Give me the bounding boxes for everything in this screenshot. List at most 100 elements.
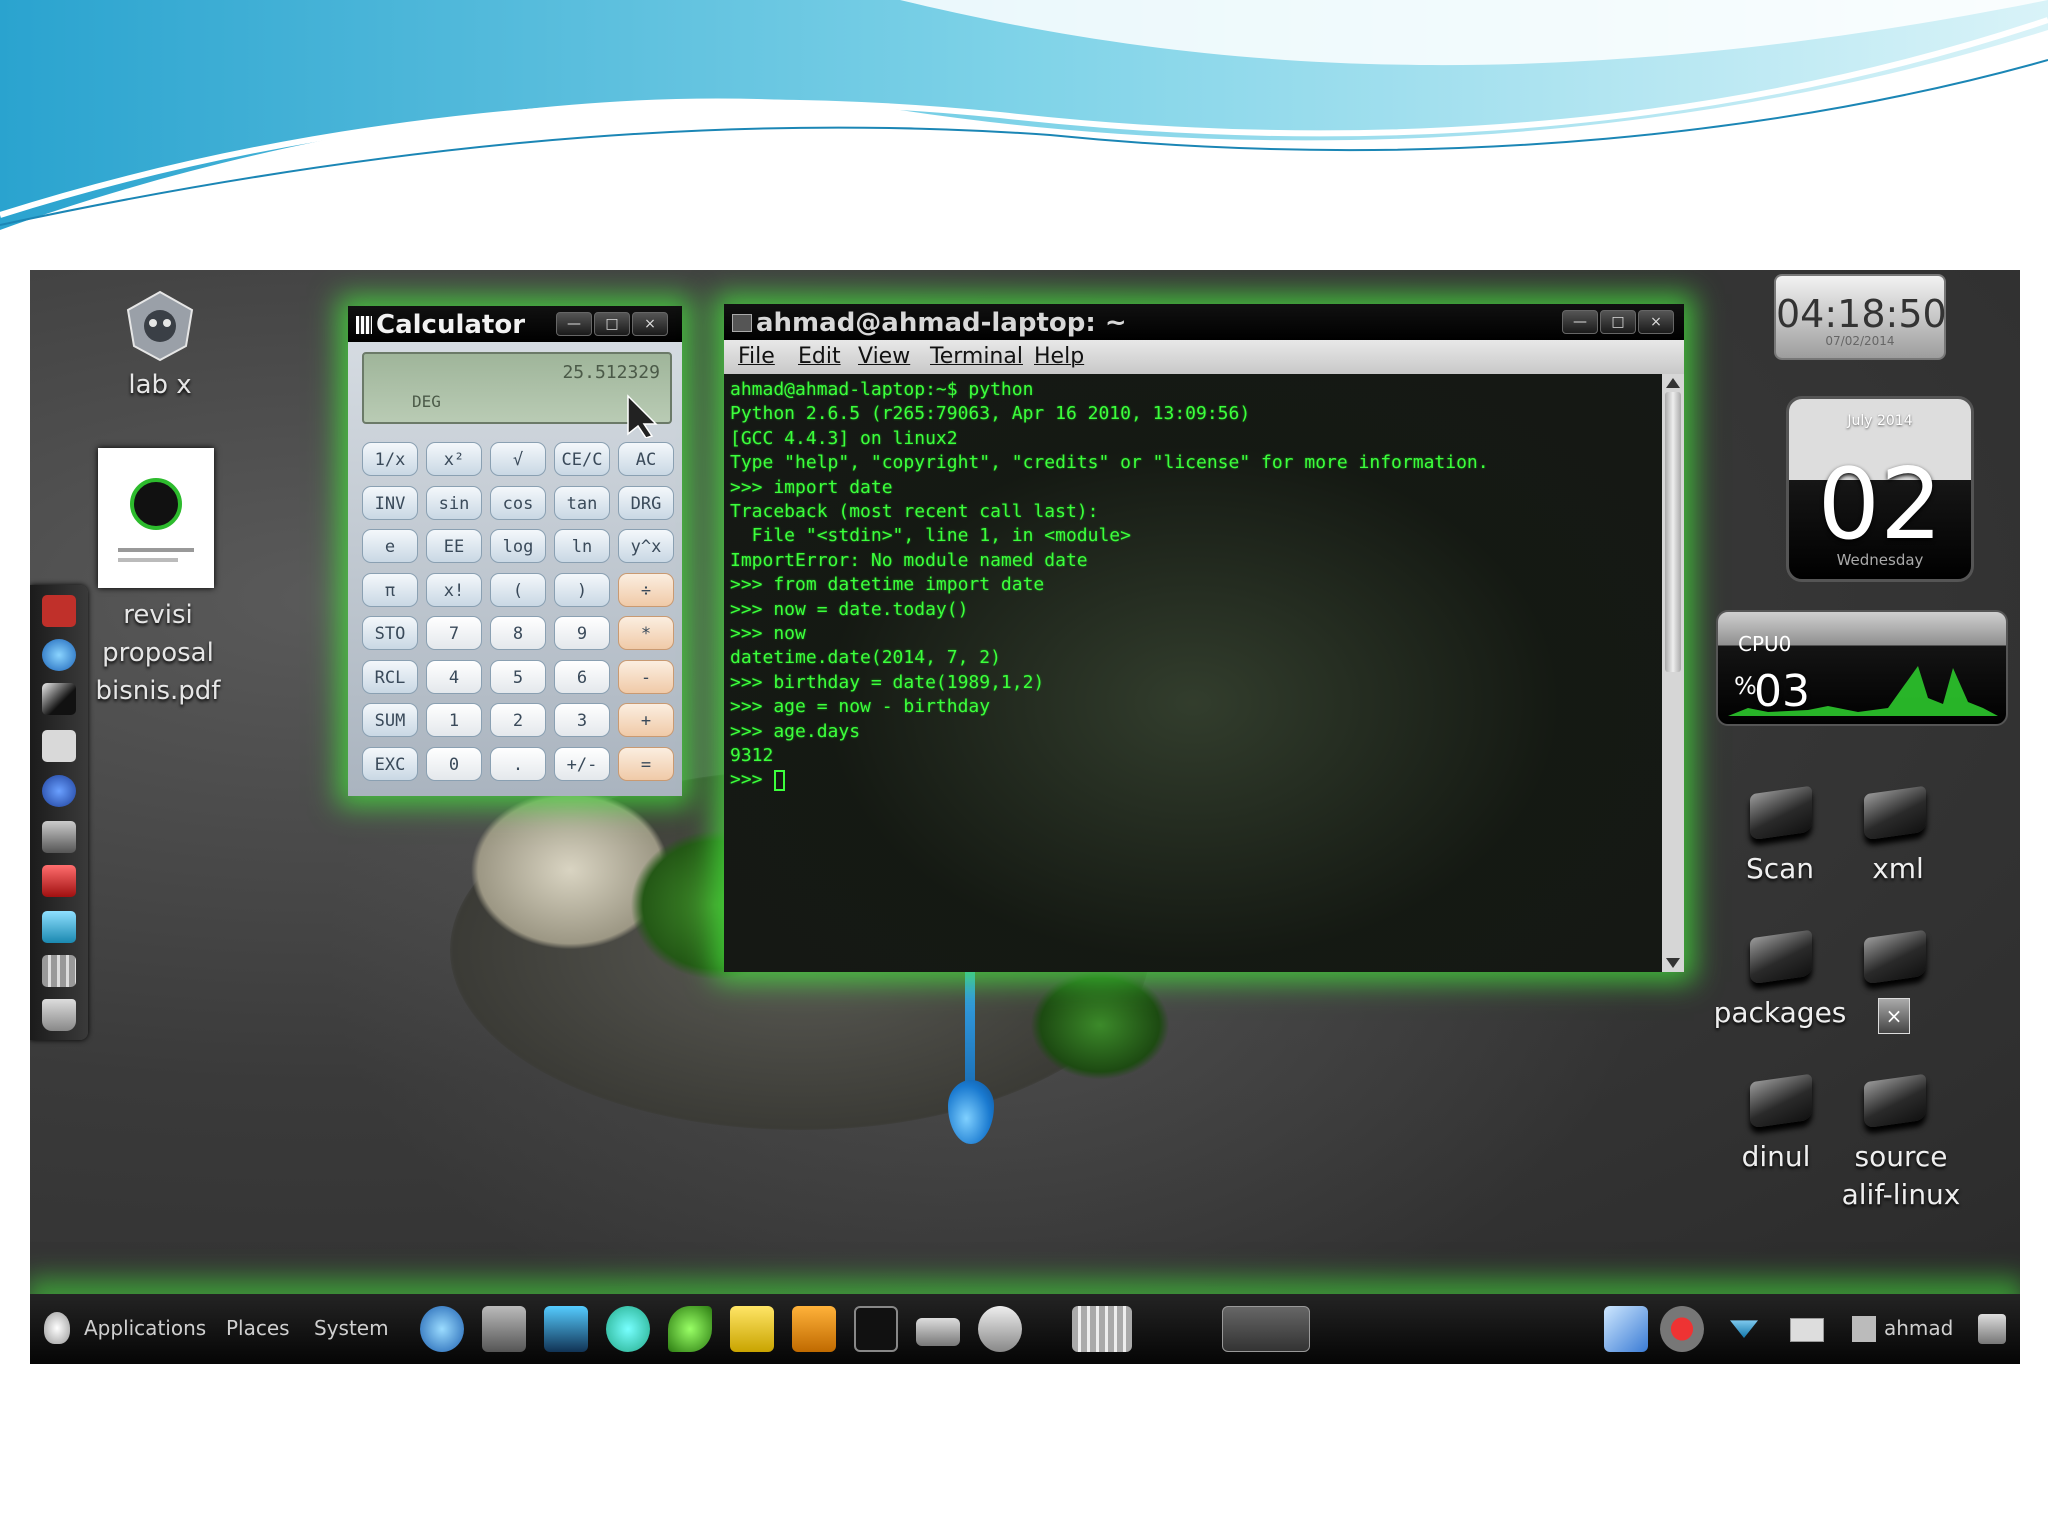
folder-label[interactable]: dinul: [1726, 1138, 1826, 1176]
calculator-key[interactable]: -: [618, 659, 674, 694]
maximize-button[interactable]: □: [594, 312, 630, 336]
calculator-key[interactable]: y^x: [618, 529, 674, 563]
calculator-key[interactable]: 0: [426, 746, 482, 781]
calculator-key[interactable]: 3: [554, 703, 610, 737]
calculator-key[interactable]: EXC: [362, 746, 418, 781]
menu-edit[interactable]: Edit: [798, 344, 841, 369]
calculator-key[interactable]: *: [618, 616, 674, 650]
people-app-icon[interactable]: [42, 775, 76, 807]
internet-app-icon[interactable]: [42, 639, 76, 671]
folder-label[interactable]: xml: [1838, 850, 1958, 888]
terminal-output[interactable]: ahmad@ahmad-laptop:~$ python Python 2.6.5…: [724, 374, 1662, 972]
menu-places[interactable]: Places: [226, 1316, 290, 1340]
calculator-key[interactable]: RCL: [362, 659, 418, 694]
maximize-button[interactable]: □: [1600, 310, 1636, 334]
notes-app-icon[interactable]: [42, 911, 76, 943]
menu-view[interactable]: View: [858, 344, 910, 369]
calculator-key[interactable]: 6: [554, 659, 610, 694]
pdf-file-icon[interactable]: [98, 448, 214, 588]
media-app-icon[interactable]: [42, 865, 76, 897]
notes-launcher-icon[interactable]: [482, 1306, 526, 1352]
calculator-key[interactable]: 5: [490, 659, 546, 694]
scroll-up-arrow-icon[interactable]: [1666, 378, 1680, 388]
calculator-key[interactable]: +: [618, 703, 674, 737]
desktop-icon-label[interactable]: revisi proposal bisnis.pdf: [78, 596, 238, 710]
calculator-key[interactable]: sin: [426, 485, 482, 520]
anchor-app-icon[interactable]: [42, 595, 76, 627]
close-icon[interactable]: ×: [1878, 998, 1910, 1034]
document-app-icon[interactable]: [42, 730, 76, 762]
calculator-key[interactable]: =: [618, 746, 674, 781]
calculator-key[interactable]: x!: [426, 572, 482, 607]
document-launcher-icon[interactable]: [730, 1306, 774, 1352]
user-icon[interactable]: [1852, 1316, 1876, 1342]
calculator-key[interactable]: 2: [490, 703, 546, 737]
calculator-key[interactable]: π: [362, 572, 418, 607]
calculator-key[interactable]: EE: [426, 529, 482, 563]
calculator-key[interactable]: ÷: [618, 572, 674, 607]
calculator-key[interactable]: 1/x: [362, 442, 418, 476]
calculator-launcher-icon[interactable]: [1072, 1306, 1132, 1352]
terminal-titlebar[interactable]: ahmad@ahmad-laptop: ~ — □ ×: [724, 304, 1684, 340]
calculator-key[interactable]: x²: [426, 442, 482, 476]
mail-icon[interactable]: [1790, 1318, 1824, 1342]
folder-icon[interactable]: [1864, 785, 1926, 841]
calculator-key[interactable]: 8: [490, 616, 546, 650]
calculator-key[interactable]: √: [490, 442, 546, 476]
no-entry-tray-icon[interactable]: [1660, 1306, 1704, 1352]
close-button[interactable]: ×: [632, 312, 668, 336]
calculator-key[interactable]: log: [490, 529, 546, 563]
calculator-key[interactable]: INV: [362, 485, 418, 520]
calculator-key[interactable]: AC: [618, 442, 674, 476]
menu-file[interactable]: File: [738, 344, 775, 369]
scrollbar-thumb[interactable]: [1665, 392, 1681, 672]
folder-label[interactable]: Scan: [1720, 850, 1840, 888]
username[interactable]: ahmad: [1884, 1316, 1953, 1340]
folder-icon[interactable]: [1750, 1073, 1812, 1129]
browser-launcher-icon[interactable]: [420, 1306, 464, 1352]
calculator-key[interactable]: 9: [554, 616, 610, 650]
graphics-launcher-icon[interactable]: [544, 1306, 588, 1352]
terminal-window[interactable]: ahmad@ahmad-laptop: ~ — □ × File Edit Vi…: [724, 304, 1684, 972]
calculator-window[interactable]: Calculator — □ × 25.512329 DEG 1/x x² √ CE/…: [348, 306, 682, 796]
contacts-launcher-icon[interactable]: [606, 1306, 650, 1352]
calculator-key[interactable]: 1: [426, 703, 482, 737]
menu-system[interactable]: System: [314, 1316, 389, 1340]
folder-app-icon[interactable]: [42, 821, 76, 853]
calculator-key[interactable]: CE/C: [554, 442, 610, 476]
folder-label[interactable]: packages: [1690, 994, 1870, 1032]
calculator-key[interactable]: 4: [426, 659, 482, 694]
folder-icon[interactable]: [1750, 929, 1812, 985]
calculator-key[interactable]: .: [490, 746, 546, 781]
minimize-button[interactable]: —: [556, 312, 592, 336]
calculator-key[interactable]: ln: [554, 529, 610, 563]
calculator-key[interactable]: STO: [362, 616, 418, 650]
folder-icon[interactable]: [1864, 929, 1926, 985]
minimize-button[interactable]: —: [1562, 310, 1598, 334]
calculator-key[interactable]: cos: [490, 485, 546, 520]
network-icon[interactable]: [1730, 1320, 1758, 1338]
close-button[interactable]: ×: [1638, 310, 1674, 334]
menu-help[interactable]: Help: [1034, 344, 1084, 369]
calculator-key[interactable]: (: [490, 572, 546, 607]
terminal-launcher-icon[interactable]: [854, 1306, 898, 1352]
leaf-launcher-icon[interactable]: [668, 1306, 712, 1352]
scroll-down-arrow-icon[interactable]: [1666, 958, 1680, 968]
show-desktop-icon[interactable]: [1222, 1306, 1310, 1352]
calculator-key[interactable]: ): [554, 572, 610, 607]
editor-launcher-icon[interactable]: [792, 1306, 836, 1352]
terminal-app-icon[interactable]: [42, 683, 76, 715]
folder-label[interactable]: source alif-linux: [1826, 1138, 1976, 1214]
terminal-scrollbar[interactable]: [1662, 374, 1684, 972]
calculator-app-icon[interactable]: [42, 955, 76, 987]
pen-launcher-icon[interactable]: [978, 1306, 1022, 1352]
lab-x-logo-icon[interactable]: [122, 290, 198, 362]
gnome-foot-icon[interactable]: [44, 1312, 70, 1344]
calculator-key[interactable]: SUM: [362, 703, 418, 737]
calculator-key[interactable]: +/-: [554, 746, 610, 781]
folder-icon[interactable]: [1750, 785, 1812, 841]
calculator-key[interactable]: tan: [554, 485, 610, 520]
folder-icon[interactable]: [1864, 1073, 1926, 1129]
shutdown-icon[interactable]: [1978, 1314, 2006, 1344]
calculator-titlebar[interactable]: Calculator — □ ×: [348, 306, 682, 342]
